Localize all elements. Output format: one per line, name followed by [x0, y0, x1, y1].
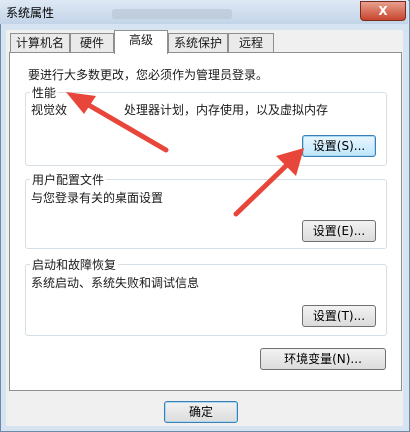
arrow-to-performance-title	[66, 92, 169, 153]
annotation-arrows	[66, 92, 304, 217]
tab-advanced[interactable]: 高级	[114, 30, 168, 54]
arrow-to-performance-settings	[233, 148, 304, 217]
